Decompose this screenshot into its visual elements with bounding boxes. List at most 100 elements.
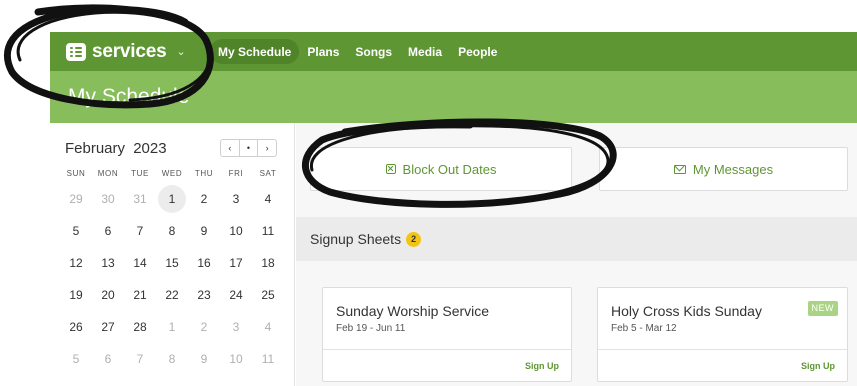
nav-item-songs[interactable]: Songs: [347, 39, 400, 64]
calendar-day[interactable]: 9: [188, 343, 220, 375]
calendar-year: 2023: [133, 140, 167, 157]
main-content: Block Out Dates My Messages Signup Sheet…: [296, 123, 857, 386]
calendar-day-number: 2: [200, 192, 208, 206]
card-divider: [598, 349, 847, 350]
calendar-day[interactable]: 5: [60, 343, 92, 375]
weekday-label: SUN: [66, 169, 86, 178]
calendar-day-number: 20: [101, 288, 115, 302]
calendar-day-number: 13: [101, 256, 115, 270]
calendar-day[interactable]: 11: [252, 215, 284, 247]
calendar-day[interactable]: 24: [220, 279, 252, 311]
calendar-day[interactable]: 22: [156, 279, 188, 311]
calendar-day[interactable]: 3: [220, 311, 252, 343]
calendar-day-number: 17: [229, 256, 243, 270]
calendar-day[interactable]: 27: [92, 311, 124, 343]
signup-card-dates: Feb 5 - Mar 12: [611, 323, 677, 334]
calendar-day-number: 6: [104, 352, 112, 366]
calendar-day[interactable]: 8: [156, 343, 188, 375]
calendar-day[interactable]: 15: [156, 247, 188, 279]
calendar-day-number: 14: [133, 256, 147, 270]
block-out-dates-label: Block Out Dates: [402, 161, 497, 177]
calendar-day-number: 9: [200, 352, 208, 366]
calendar-day-number: 1: [158, 185, 186, 213]
calendar-next-button[interactable]: ›: [258, 140, 276, 156]
calendar-day[interactable]: 13: [92, 247, 124, 279]
app-switcher[interactable]: services ⌄: [66, 32, 186, 71]
envelope-icon: [673, 164, 686, 174]
calendar-day-number: 7: [136, 224, 144, 238]
page-title: My Schedule: [68, 85, 190, 108]
my-messages-label: My Messages: [692, 161, 774, 177]
nav-item-plans[interactable]: Plans: [299, 39, 347, 64]
nav-item-my-schedule[interactable]: My Schedule: [210, 39, 300, 64]
calendar-day[interactable]: 16: [188, 247, 220, 279]
calendar-day[interactable]: 14: [124, 247, 156, 279]
calendar-day[interactable]: 7: [124, 215, 156, 247]
calendar-day[interactable]: 11: [252, 343, 284, 375]
nav-item-media[interactable]: Media: [400, 39, 450, 64]
calendar-day[interactable]: 10: [220, 343, 252, 375]
calendar-day-number: 28: [133, 320, 147, 334]
calendar-day-number: 19: [69, 288, 83, 302]
calendar-day[interactable]: 3: [220, 183, 252, 215]
calendar-day-number: 18: [261, 256, 275, 270]
calendar-day[interactable]: 20: [92, 279, 124, 311]
calendar-day[interactable]: 31: [124, 183, 156, 215]
calendar-prev-button[interactable]: ‹: [221, 140, 240, 156]
calendar-day[interactable]: 23: [188, 279, 220, 311]
calendar-day-number: 30: [101, 192, 115, 206]
calendar-day[interactable]: 18: [252, 247, 284, 279]
main-nav: My Schedule Plans Songs Media People: [210, 39, 505, 64]
calendar-day-today[interactable]: 1: [156, 183, 188, 215]
calendar-day[interactable]: 10: [220, 215, 252, 247]
calendar-day[interactable]: 17: [220, 247, 252, 279]
calendar-day[interactable]: 19: [60, 279, 92, 311]
calendar-day[interactable]: 7: [124, 343, 156, 375]
calendar-day-number: 10: [229, 224, 243, 238]
calendar-day-number: 7: [136, 352, 144, 366]
sign-up-button[interactable]: Sign Up: [525, 361, 559, 371]
calendar-day[interactable]: 12: [60, 247, 92, 279]
card-divider: [323, 349, 571, 350]
nav-item-people[interactable]: People: [450, 39, 505, 64]
signup-card[interactable]: Holy Cross Kids Sunday NEW Feb 5 - Mar 1…: [597, 287, 848, 382]
my-messages-button[interactable]: My Messages: [599, 147, 848, 191]
calendar-day-number: 31: [133, 192, 147, 206]
calendar-day[interactable]: 4: [252, 311, 284, 343]
block-out-dates-button[interactable]: Block Out Dates: [310, 147, 572, 191]
calendar-day-number: 12: [69, 256, 83, 270]
signup-card-title: Holy Cross Kids Sunday: [611, 303, 762, 319]
calendar-day[interactable]: 2: [188, 311, 220, 343]
signup-sheets-header: Signup Sheets 2: [296, 217, 857, 261]
weekday-label: TUE: [131, 169, 149, 178]
calendar-day[interactable]: 6: [92, 343, 124, 375]
calendar-day[interactable]: 1: [156, 311, 188, 343]
signup-sheets-label: Signup Sheets: [310, 231, 402, 247]
calendar-day[interactable]: 4: [252, 183, 284, 215]
calendar-day-number: 2: [200, 320, 208, 334]
calendar-day-number: 8: [168, 224, 176, 238]
calendar-day-number: 5: [72, 352, 80, 366]
calendar-day-number: 23: [197, 288, 211, 302]
calendar-day-number: 5: [72, 224, 80, 238]
calendar-day[interactable]: 9: [188, 215, 220, 247]
calendar-day[interactable]: 8: [156, 215, 188, 247]
calendar-day[interactable]: 6: [92, 215, 124, 247]
calendar-panel: February 2023 ‹ • › SUN MON TUE WED THU FRI SA…: [50, 123, 295, 386]
calendar-day[interactable]: 30: [92, 183, 124, 215]
calendar-day-number: 21: [133, 288, 147, 302]
calendar-today-button[interactable]: •: [240, 140, 259, 156]
calendar-day[interactable]: 21: [124, 279, 156, 311]
calendar-day[interactable]: 25: [252, 279, 284, 311]
calendar-day[interactable]: 29: [60, 183, 92, 215]
app-name: services: [92, 40, 167, 62]
calendar-day[interactable]: 28: [124, 311, 156, 343]
sign-up-button[interactable]: Sign Up: [801, 361, 835, 371]
calendar-day-number: 11: [261, 224, 275, 238]
weekday-label: WED: [161, 169, 183, 178]
calendar-day[interactable]: 2: [188, 183, 220, 215]
calendar-month: February: [65, 140, 126, 157]
signup-card[interactable]: Sunday Worship Service Feb 19 - Jun 11 S…: [322, 287, 572, 382]
calendar-day[interactable]: 26: [60, 311, 92, 343]
calendar-day[interactable]: 5: [60, 215, 92, 247]
